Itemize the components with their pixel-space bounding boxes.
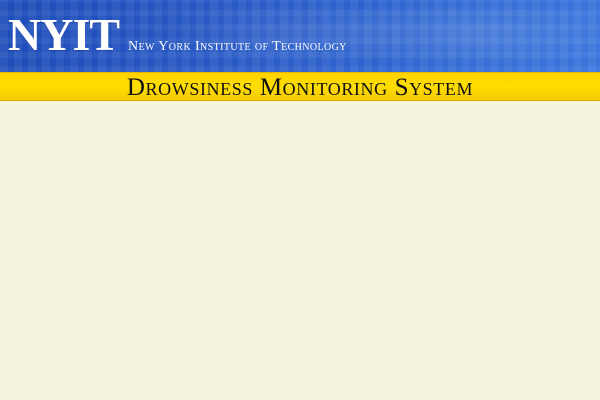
- content-area: [0, 101, 600, 400]
- nyit-logo: NYIT: [8, 9, 120, 60]
- top-banner: NYIT New York Institute of Technology: [0, 0, 600, 72]
- title-bar: Drowsiness Monitoring System: [0, 72, 600, 101]
- page-title: Drowsiness Monitoring System: [126, 74, 474, 101]
- institution-name: New York Institute of Technology: [128, 39, 347, 54]
